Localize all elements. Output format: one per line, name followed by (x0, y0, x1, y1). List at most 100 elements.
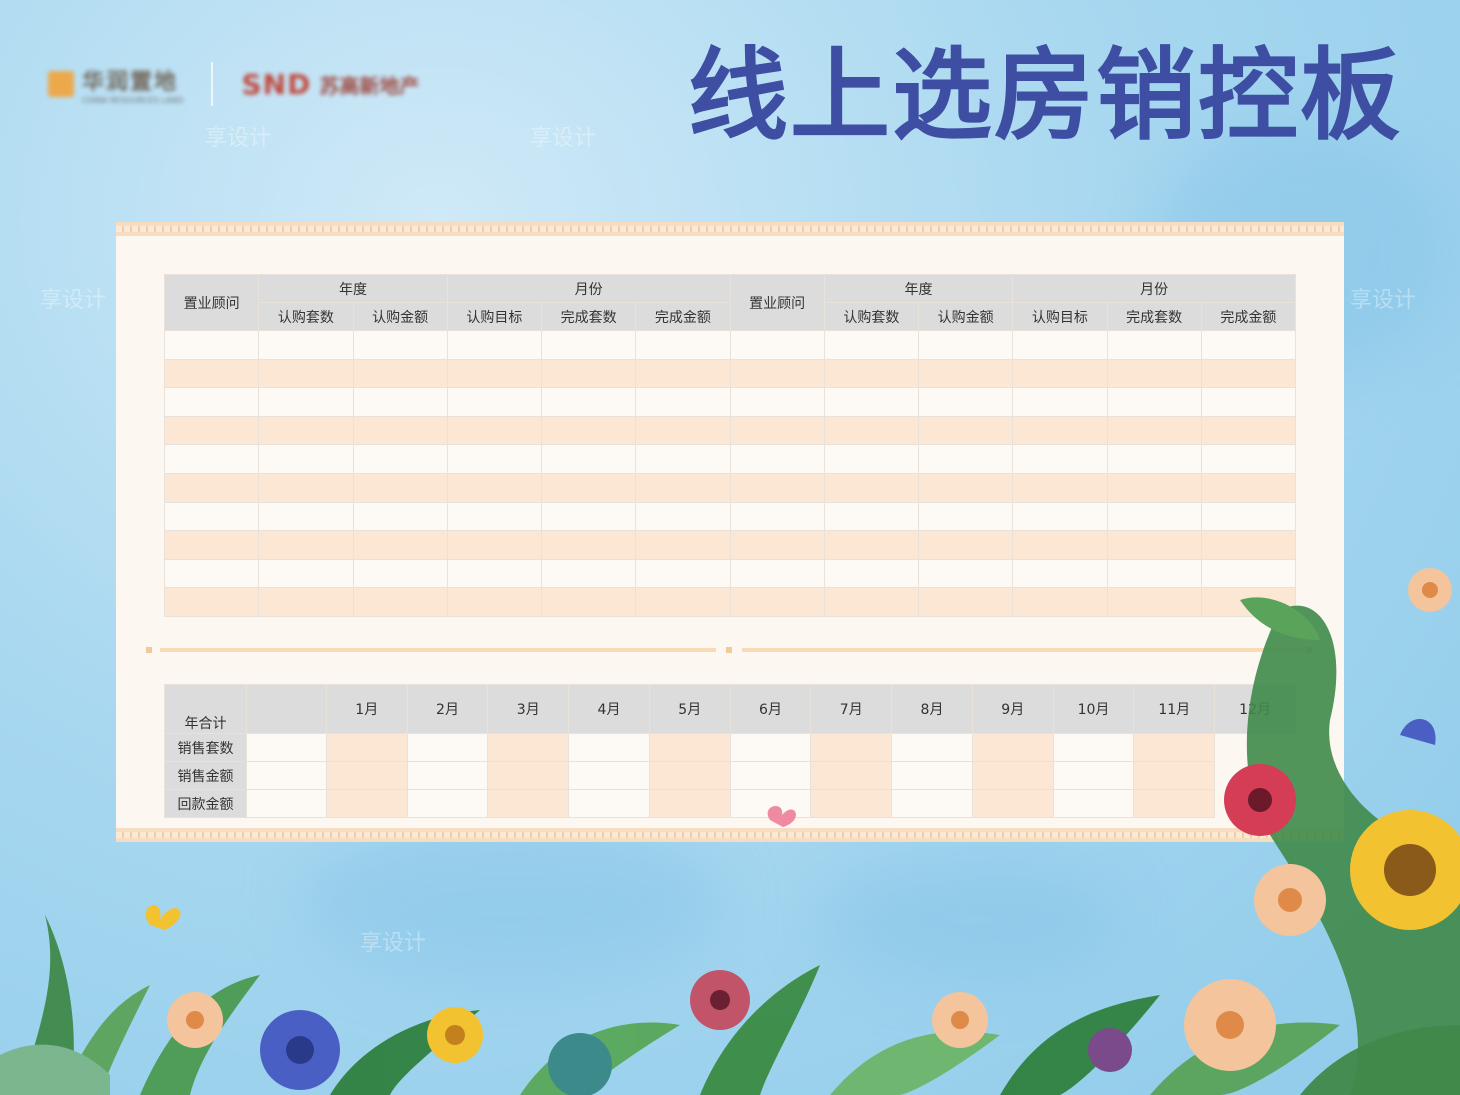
table-cell[interactable] (810, 733, 893, 762)
table-cell[interactable] (729, 530, 825, 560)
table-cell[interactable] (823, 330, 920, 360)
table-cell[interactable] (1106, 472, 1202, 503)
table-cell[interactable] (163, 501, 260, 532)
table-cell[interactable] (1012, 501, 1108, 532)
table-cell[interactable] (635, 415, 731, 446)
table-cell[interactable] (352, 530, 448, 560)
table-cell[interactable] (1106, 358, 1202, 389)
table-cell[interactable] (352, 330, 448, 360)
table-cell[interactable] (446, 415, 543, 446)
table-cell[interactable] (1052, 761, 1135, 790)
table-cell[interactable] (352, 387, 448, 417)
table-cell[interactable] (729, 330, 825, 360)
table-cell[interactable] (352, 444, 448, 474)
table-cell[interactable] (1012, 530, 1108, 560)
table-cell[interactable] (540, 330, 637, 360)
table-cell[interactable] (729, 444, 825, 474)
table-cell[interactable] (1012, 358, 1108, 389)
table-cell[interactable] (729, 358, 825, 389)
table-cell[interactable] (325, 789, 408, 818)
table-cell[interactable] (635, 358, 731, 389)
table-cell[interactable] (352, 415, 448, 446)
table-cell[interactable] (163, 387, 260, 417)
table-cell[interactable] (823, 501, 920, 532)
table-cell[interactable] (446, 444, 543, 474)
table-cell[interactable] (446, 501, 543, 532)
table-cell[interactable] (540, 501, 637, 532)
table-cell[interactable] (971, 789, 1054, 818)
table-cell[interactable] (258, 587, 354, 617)
table-cell[interactable] (245, 789, 327, 818)
table-cell[interactable] (917, 387, 1014, 417)
table-cell[interactable] (352, 587, 448, 617)
table-cell[interactable] (258, 444, 354, 474)
table-cell[interactable] (729, 558, 825, 589)
table-cell[interactable] (325, 761, 408, 790)
table-cell[interactable] (163, 530, 260, 560)
table-cell[interactable] (540, 444, 637, 474)
table-cell[interactable] (1012, 587, 1108, 617)
table-cell[interactable] (163, 358, 260, 389)
table-cell[interactable] (635, 530, 731, 560)
table-cell[interactable] (635, 587, 731, 617)
table-cell[interactable] (823, 530, 920, 560)
table-cell[interactable] (163, 558, 260, 589)
table-cell[interactable] (917, 558, 1014, 589)
table-cell[interactable] (540, 558, 637, 589)
table-cell[interactable] (729, 587, 825, 617)
table-cell[interactable] (258, 387, 354, 417)
table-cell[interactable] (540, 472, 637, 503)
table-cell[interactable] (352, 558, 448, 589)
table-cell[interactable] (823, 558, 920, 589)
table-cell[interactable] (917, 501, 1014, 532)
table-cell[interactable] (1012, 387, 1108, 417)
table-cell[interactable] (823, 358, 920, 389)
table-cell[interactable] (1012, 472, 1108, 503)
table-cell[interactable] (446, 472, 543, 503)
table-cell[interactable] (1106, 415, 1202, 446)
table-cell[interactable] (163, 472, 260, 503)
table-cell[interactable] (635, 472, 731, 503)
table-cell[interactable] (1200, 415, 1297, 446)
table-cell[interactable] (1200, 330, 1297, 360)
table-cell[interactable] (487, 733, 570, 762)
table-cell[interactable] (352, 472, 448, 503)
table-cell[interactable] (635, 444, 731, 474)
table-cell[interactable] (1052, 733, 1135, 762)
table-cell[interactable] (446, 387, 543, 417)
table-cell[interactable] (1106, 330, 1202, 360)
table-cell[interactable] (917, 587, 1014, 617)
table-cell[interactable] (823, 444, 920, 474)
table-cell[interactable] (1106, 444, 1202, 474)
table-cell[interactable] (568, 733, 650, 762)
table-cell[interactable] (163, 330, 260, 360)
table-cell[interactable] (1012, 415, 1108, 446)
table-cell[interactable] (635, 501, 731, 532)
table-cell[interactable] (823, 387, 920, 417)
table-cell[interactable] (163, 587, 260, 617)
table-cell[interactable] (1106, 558, 1202, 589)
table-cell[interactable] (258, 415, 354, 446)
table-cell[interactable] (540, 358, 637, 389)
table-cell[interactable] (823, 415, 920, 446)
table-cell[interactable] (729, 415, 825, 446)
table-cell[interactable] (540, 415, 637, 446)
table-cell[interactable] (446, 558, 543, 589)
table-cell[interactable] (891, 789, 973, 818)
table-cell[interactable] (258, 330, 354, 360)
table-cell[interactable] (406, 789, 489, 818)
table-cell[interactable] (540, 587, 637, 617)
table-cell[interactable] (823, 472, 920, 503)
table-cell[interactable] (917, 415, 1014, 446)
table-cell[interactable] (487, 789, 570, 818)
table-cell[interactable] (1012, 330, 1108, 360)
table-cell[interactable] (917, 330, 1014, 360)
table-cell[interactable] (1106, 587, 1202, 617)
table-cell[interactable] (446, 587, 543, 617)
table-cell[interactable] (823, 587, 920, 617)
table-cell[interactable] (1106, 501, 1202, 532)
table-cell[interactable] (917, 358, 1014, 389)
table-cell[interactable] (635, 558, 731, 589)
table-cell[interactable] (540, 530, 637, 560)
table-cell[interactable] (568, 789, 650, 818)
